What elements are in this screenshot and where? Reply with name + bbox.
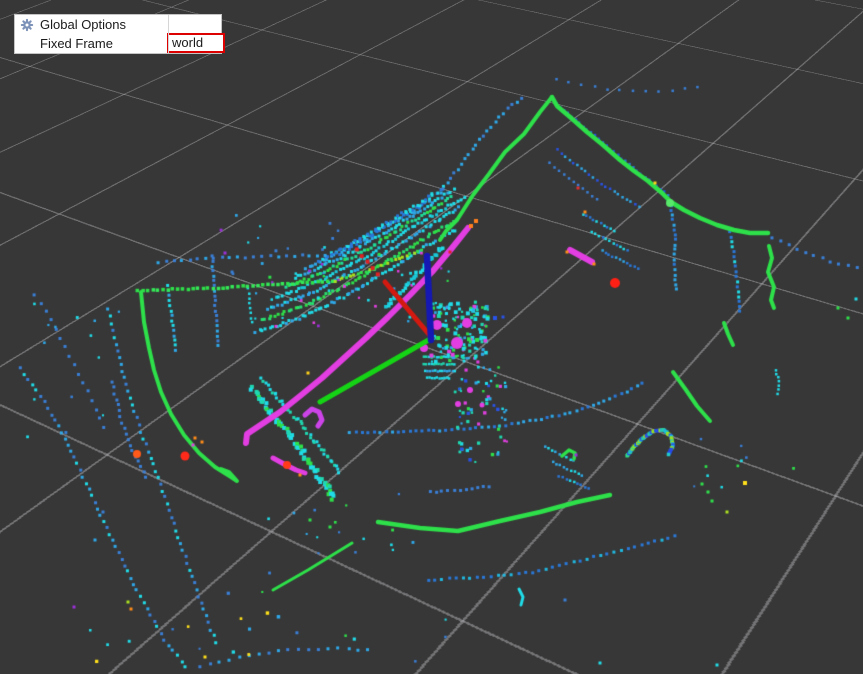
panel-column-divider: [168, 15, 169, 53]
fixed-frame-row[interactable]: Fixed Frame world: [15, 33, 225, 53]
pointcloud-canvas[interactable]: [0, 0, 863, 674]
3d-viewport[interactable]: [0, 0, 863, 674]
fixed-frame-value-field[interactable]: world: [167, 33, 225, 53]
global-options-row[interactable]: Global Options: [15, 15, 221, 34]
gear-icon: [20, 18, 34, 32]
global-options-label: Global Options: [40, 17, 126, 32]
rviz-window: Global Options Fixed Frame world: [0, 0, 863, 674]
global-options-panel: Global Options Fixed Frame world: [14, 14, 225, 54]
fixed-frame-label: Fixed Frame: [40, 36, 113, 51]
